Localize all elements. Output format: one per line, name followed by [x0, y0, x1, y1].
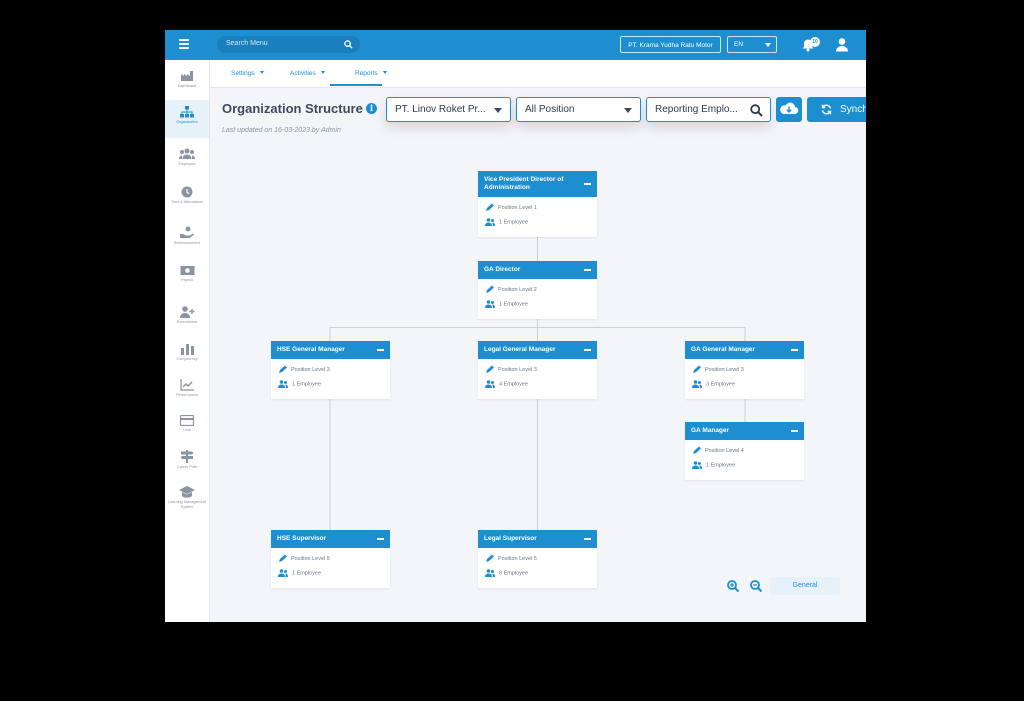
org-node-hse-supervisor[interactable]: HSE Supervisor Position Level 5 1 Employ… — [271, 530, 390, 588]
org-node-ga-manager[interactable]: GA Manager Position Level 4 1 Employee — [685, 422, 804, 480]
org-node-title: Legal General Manager — [484, 346, 556, 353]
org-node-legal-supervisor[interactable]: Legal Supervisor Position Level 5 8 Empl… — [478, 530, 597, 588]
employee-count: 1 Employee — [499, 301, 529, 308]
employee-count: 1 Employee — [706, 462, 736, 469]
org-node-title: GA General Manager — [691, 346, 756, 353]
org-node-hse-general-manager[interactable]: HSE General Manager Position Level 3 1 E… — [271, 341, 390, 399]
position-level-row: Position Level 3 — [485, 365, 597, 380]
position-level-row: Position Level 1 — [485, 203, 597, 218]
minus-icon[interactable] — [584, 349, 591, 351]
employee-count-row: 1 Employee — [485, 300, 597, 315]
employee-count-row: 4 Employee — [485, 380, 597, 395]
minus-icon[interactable] — [584, 183, 591, 185]
org-node-title: Legal Supervisor — [484, 535, 537, 542]
position-level-row: Position Level 3 — [278, 365, 390, 380]
employee-count-row: 8 Employee — [485, 569, 597, 584]
pencil-icon — [486, 203, 494, 211]
org-node-ga-director[interactable]: GA Director Position Level 2 1 Employee — [478, 261, 597, 319]
org-node-header: GA Manager — [685, 422, 804, 440]
pencil-icon — [279, 365, 287, 373]
pencil-icon — [486, 285, 494, 293]
minus-icon[interactable] — [584, 538, 591, 540]
org-node-header: GA General Manager — [685, 341, 804, 359]
pencil-icon — [693, 446, 701, 454]
employee-count-row: 1 Employee — [278, 380, 390, 395]
users-icon — [692, 461, 702, 469]
zoom-out-icon[interactable] — [749, 579, 763, 593]
position-level: Position Level 1 — [498, 204, 537, 211]
users-icon — [278, 569, 288, 577]
org-node-header: HSE Supervisor — [271, 530, 390, 548]
org-node-header: HSE General Manager — [271, 341, 390, 359]
pencil-icon — [279, 554, 287, 562]
minus-icon[interactable] — [584, 269, 591, 271]
pencil-icon — [486, 365, 494, 373]
position-level-row: Position Level 3 — [692, 365, 804, 380]
employee-count-row: 3 Employee — [692, 380, 804, 395]
employee-count: 4 Employee — [499, 381, 529, 388]
position-level: Position Level 2 — [498, 286, 537, 293]
pencil-icon — [693, 365, 701, 373]
minus-icon[interactable] — [377, 349, 384, 351]
minus-icon[interactable] — [791, 349, 798, 351]
org-node-title: Vice President Director of Administratio… — [484, 176, 564, 191]
users-icon — [485, 380, 495, 388]
users-icon — [485, 569, 495, 577]
org-node-vp-director[interactable]: Vice President Director of Administratio… — [478, 171, 597, 237]
minus-icon[interactable] — [377, 538, 384, 540]
position-level: Position Level 5 — [498, 555, 537, 562]
org-node-title: GA Manager — [691, 427, 730, 434]
position-level-row: Position Level 2 — [485, 285, 597, 300]
employee-count: 1 Employee — [292, 570, 322, 577]
users-icon — [485, 300, 495, 308]
employee-count: 3 Employee — [706, 381, 736, 388]
employee-count-row: 1 Employee — [278, 569, 390, 584]
employee-count: 1 Employee — [499, 219, 529, 226]
employee-count-row: 1 Employee — [692, 461, 804, 476]
position-level: Position Level 3 — [705, 366, 744, 373]
position-level: Position Level 4 — [705, 447, 744, 454]
org-node-header: Vice President Director of Administratio… — [478, 171, 597, 197]
employee-count: 1 Employee — [292, 381, 322, 388]
position-level-row: Position Level 5 — [485, 554, 597, 569]
org-node-title: HSE Supervisor — [277, 535, 327, 542]
org-node-title: HSE General Manager — [277, 346, 345, 353]
org-node-header: Legal Supervisor — [478, 530, 597, 548]
general-view-button[interactable]: General — [770, 577, 840, 595]
app-window: Search Menu PT. Krama Yudha Ratu Motor E… — [165, 30, 866, 622]
position-level-row: Position Level 4 — [692, 446, 804, 461]
zoom-in-icon[interactable] — [726, 579, 740, 593]
employee-count: 8 Employee — [499, 570, 529, 577]
position-level-row: Position Level 5 — [278, 554, 390, 569]
org-node-title: GA Director — [484, 266, 521, 273]
org-node-header: Legal General Manager — [478, 341, 597, 359]
position-level: Position Level 3 — [498, 366, 537, 373]
position-level: Position Level 5 — [291, 555, 330, 562]
users-icon — [485, 218, 495, 226]
minus-icon[interactable] — [791, 430, 798, 432]
org-node-ga-general-manager[interactable]: GA General Manager Position Level 3 3 Em… — [685, 341, 804, 399]
org-node-legal-general-manager[interactable]: Legal General Manager Position Level 3 4… — [478, 341, 597, 399]
pencil-icon — [486, 554, 494, 562]
users-icon — [278, 380, 288, 388]
users-icon — [692, 380, 702, 388]
position-level: Position Level 3 — [291, 366, 330, 373]
org-node-header: GA Director — [478, 261, 597, 279]
employee-count-row: 1 Employee — [485, 218, 597, 233]
